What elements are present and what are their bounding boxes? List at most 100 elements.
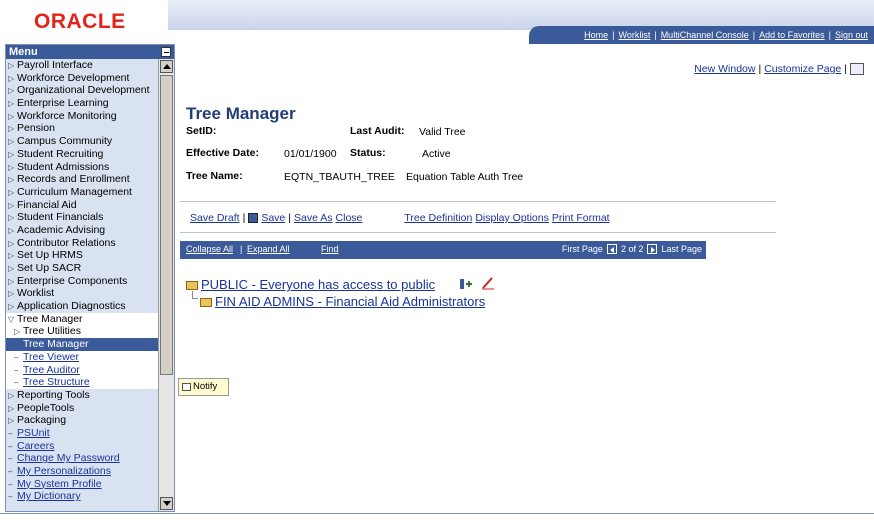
last-audit-label: Last Audit: <box>350 125 405 137</box>
menu-item-label: Enterprise Learning <box>17 97 109 110</box>
tree-branch-line <box>192 291 198 299</box>
menu-item-workforce-development[interactable]: ▷ Workforce Development <box>6 72 158 85</box>
menu-item-financial-aid[interactable]: ▷ Financial Aid <box>6 199 158 212</box>
menu-item-campus-community[interactable]: ▷ Campus Community <box>6 135 158 148</box>
menu-item-set-up-hrms[interactable]: ▷ Set Up HRMS <box>6 249 158 262</box>
menu-item-label: Workforce Monitoring <box>17 109 117 122</box>
collapse-all-link[interactable]: Collapse All <box>186 244 233 254</box>
menu-item-label: Application Diagnostics <box>17 300 126 313</box>
save-draft-link[interactable]: Save Draft <box>190 212 240 224</box>
menu-item-curriculum-management[interactable]: ▷ Curriculum Management <box>6 186 158 199</box>
menu-item-contributor-relations[interactable]: ▷ Contributor Relations <box>6 237 158 250</box>
menu-item-student-recruiting[interactable]: ▷ Student Recruiting <box>6 148 158 161</box>
collapsed-arrow-icon: ▷ <box>8 149 15 159</box>
menu-item-peopletools[interactable]: ▷ PeopleTools <box>6 402 158 415</box>
save-link[interactable]: Save <box>261 212 285 224</box>
nav-separator: | <box>828 30 831 40</box>
edit-node-icon[interactable] <box>481 276 495 290</box>
menu-item-tree-structure[interactable]: – Tree Structure <box>6 376 158 389</box>
menu-item-organizational-development[interactable]: ▷ Organizational Development <box>6 84 158 97</box>
menu-item-tree-utilities[interactable]: ▷ Tree Utilities <box>6 325 158 339</box>
close-link[interactable]: Close <box>336 212 363 224</box>
menu-item-enterprise-components[interactable]: ▷ Enterprise Components <box>6 275 158 288</box>
universal-nav: Home | Worklist | MultiChannel Console | Ad… <box>529 26 874 44</box>
effective-date-label: Effective Date: <box>186 147 259 159</box>
menu-item-my-dictionary[interactable]: – My Dictionary <box>6 490 158 503</box>
scroll-thumb[interactable] <box>160 75 173 375</box>
notify-button[interactable]: Notify <box>178 378 229 396</box>
menu-item-tree-manager[interactable]: ▽ Tree Manager <box>6 312 158 326</box>
nav-favorites-link[interactable]: Add to Favorites <box>759 30 825 40</box>
menu-item-pension[interactable]: ▷ Pension <box>6 122 158 135</box>
collapsed-arrow-icon: ▷ <box>8 225 15 235</box>
nav-multichannel-link[interactable]: MultiChannel Console <box>661 30 749 40</box>
oracle-logo: ORACLE <box>34 10 126 33</box>
menu-item-psunit[interactable]: – PSUnit <box>6 427 158 440</box>
menu-item-label: Curriculum Management <box>17 185 132 198</box>
dash-icon: – <box>8 467 13 476</box>
status-label: Status: <box>350 147 386 159</box>
menu-header: Menu <box>6 45 174 59</box>
menu-item-records-and-enrollment[interactable]: ▷ Records and Enrollment <box>6 173 158 186</box>
tree-node-root[interactable]: PUBLIC - Everyone has access to public <box>186 277 435 292</box>
expand-all-link[interactable]: Expand All <box>247 244 290 254</box>
tree-definition-link[interactable]: Tree Definition <box>404 212 472 224</box>
print-format-link[interactable]: Print Format <box>552 212 610 224</box>
nav-worklist-link[interactable]: Worklist <box>619 30 651 40</box>
top-banner: Home | Worklist | MultiChannel Console | Ad… <box>168 0 874 44</box>
menu-scrollbar[interactable] <box>158 59 174 511</box>
save-as-link[interactable]: Save As <box>294 212 333 224</box>
menu-item-payroll-interface[interactable]: ▷ Payroll Interface <box>6 59 158 72</box>
menu-item-student-financials[interactable]: ▷ Student Financials <box>6 211 158 224</box>
status-value: Active <box>422 148 451 160</box>
customize-page-link[interactable]: Customize Page <box>764 63 841 75</box>
menu-item-workforce-monitoring[interactable]: ▷ Workforce Monitoring <box>6 110 158 123</box>
action-separator: | <box>288 212 292 224</box>
menu-item-worklist[interactable]: ▷ Worklist <box>6 287 158 300</box>
nav-separator: | <box>752 30 756 40</box>
menu-item-label: Tree Auditor <box>23 363 80 376</box>
tree-name-label: Tree Name: <box>186 170 243 182</box>
collapsed-arrow-icon: ▷ <box>8 187 15 197</box>
menu-item-tree-auditor[interactable]: – Tree Auditor <box>6 363 158 377</box>
nav-home-link[interactable]: Home <box>584 30 608 40</box>
scroll-down-icon[interactable] <box>160 497 173 510</box>
tree-navigation-bar: Collapse All | Expand All Find First Pag… <box>180 241 706 259</box>
menu-item-label: Workforce Development <box>17 71 130 84</box>
minimize-menu-icon[interactable] <box>161 47 171 57</box>
tree-actions: Save Draft | Save | Save As Close Tree D… <box>190 212 610 224</box>
find-link[interactable]: Find <box>321 244 339 254</box>
menu-item-application-diagnostics[interactable]: ▷ Application Diagnostics <box>6 300 158 313</box>
print-icon[interactable] <box>850 63 864 75</box>
menu-item-label: My Dictionary <box>17 490 81 503</box>
menu-item-careers[interactable]: – Careers <box>6 440 158 453</box>
tree-node-child[interactable]: FIN AID ADMINS - Financial Aid Administr… <box>200 294 485 309</box>
menu-item-student-admissions[interactable]: ▷ Student Admissions <box>6 161 158 174</box>
tree-node-child-label[interactable]: FIN AID ADMINS - Financial Aid Administr… <box>215 294 485 309</box>
menu-item-set-up-sacr[interactable]: ▷ Set Up SACR <box>6 262 158 275</box>
insert-node-icon[interactable] <box>459 278 473 290</box>
menu-item-enterprise-learning[interactable]: ▷ Enterprise Learning <box>6 97 158 110</box>
menu-item-label: Payroll Interface <box>17 59 93 71</box>
notify-icon <box>182 383 191 391</box>
menu-item-reporting-tools[interactable]: ▷ Reporting Tools <box>6 389 158 402</box>
menu-item-change-my-password[interactable]: – Change My Password <box>6 452 158 465</box>
menu-item-tree-viewer[interactable]: – Tree Viewer <box>6 350 158 364</box>
divider <box>180 201 776 202</box>
menu-item-tree-manager[interactable]: – Tree Manager <box>6 338 158 351</box>
tree-name-value: EQTN_TBAUTH_TREE <box>284 171 395 183</box>
menu-item-my-personalizations[interactable]: – My Personalizations <box>6 465 158 478</box>
menu-item-academic-advising[interactable]: ▷ Academic Advising <box>6 224 158 237</box>
nav-signout-link[interactable]: Sign out <box>835 30 868 40</box>
menu-item-label: Set Up SACR <box>17 262 82 274</box>
display-options-link[interactable]: Display Options <box>475 212 549 224</box>
scroll-up-icon[interactable] <box>160 60 173 73</box>
menu-item-packaging[interactable]: ▷ Packaging <box>6 414 158 427</box>
last-audit-value: Valid Tree <box>419 126 466 138</box>
previous-page-icon[interactable] <box>606 244 617 254</box>
new-window-link[interactable]: New Window <box>694 63 755 75</box>
tree-node-root-label[interactable]: PUBLIC - Everyone has access to public <box>201 277 435 292</box>
menu-item-my-system-profile[interactable]: – My System Profile <box>6 478 158 491</box>
save-icon <box>248 213 259 223</box>
next-page-icon[interactable] <box>647 244 658 254</box>
